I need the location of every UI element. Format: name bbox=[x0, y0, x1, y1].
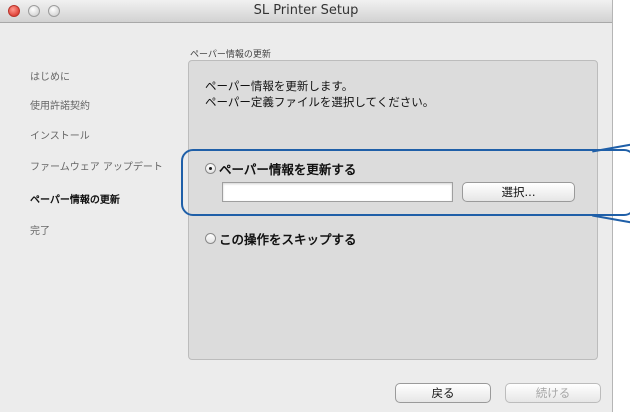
skip-operation-label[interactable]: この操作をスキップする bbox=[219, 229, 357, 248]
description-line-1: ペーパー情報を更新します。 bbox=[205, 79, 354, 93]
sidebar-item-paper-info-update: ペーパー情報の更新 bbox=[30, 195, 120, 206]
section-title: ペーパー情報の更新 bbox=[190, 50, 271, 60]
sidebar-item-install: インストール bbox=[30, 131, 90, 142]
sidebar-item-introduction: はじめに bbox=[30, 72, 70, 83]
window-title: SL Printer Setup bbox=[253, 3, 359, 18]
highlight-annotation bbox=[181, 149, 630, 216]
skip-operation-radio[interactable] bbox=[205, 232, 216, 244]
title-bar[interactable]: SL Printer Setup bbox=[0, 0, 612, 23]
sidebar-item-license: 使用許諾契約 bbox=[30, 101, 90, 112]
back-button[interactable]: 戻る bbox=[395, 383, 491, 403]
description-line-2: ペーパー定義ファイルを選択してください。 bbox=[205, 95, 435, 109]
sidebar-item-firmware-update: ファームウェア アップデート bbox=[30, 162, 163, 173]
skip-operation-option[interactable]: この操作をスキップする bbox=[205, 229, 357, 248]
sidebar-item-complete: 完了 bbox=[30, 226, 50, 237]
continue-button[interactable]: 続ける bbox=[505, 383, 601, 403]
